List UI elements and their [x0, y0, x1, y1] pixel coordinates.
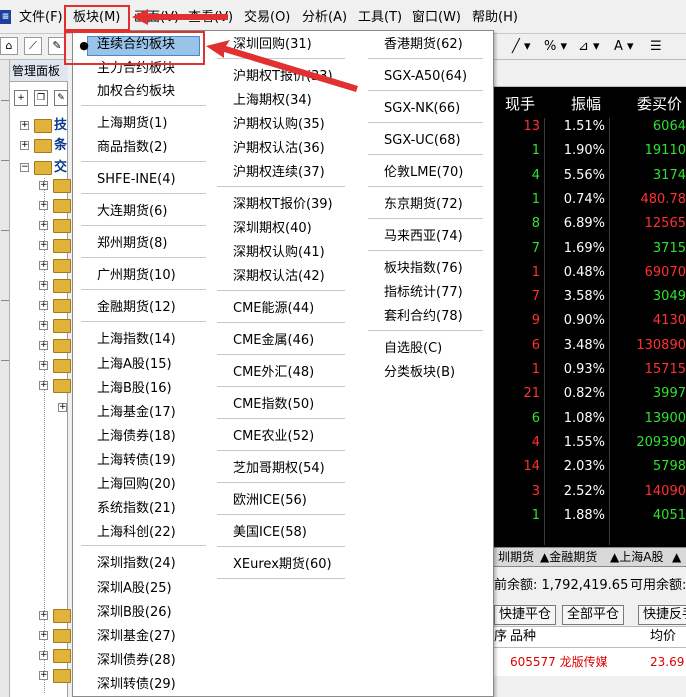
arrow-to-menu	[132, 9, 228, 25]
annotation-arrows	[132, 9, 358, 92]
arrow-to-item	[206, 40, 358, 92]
